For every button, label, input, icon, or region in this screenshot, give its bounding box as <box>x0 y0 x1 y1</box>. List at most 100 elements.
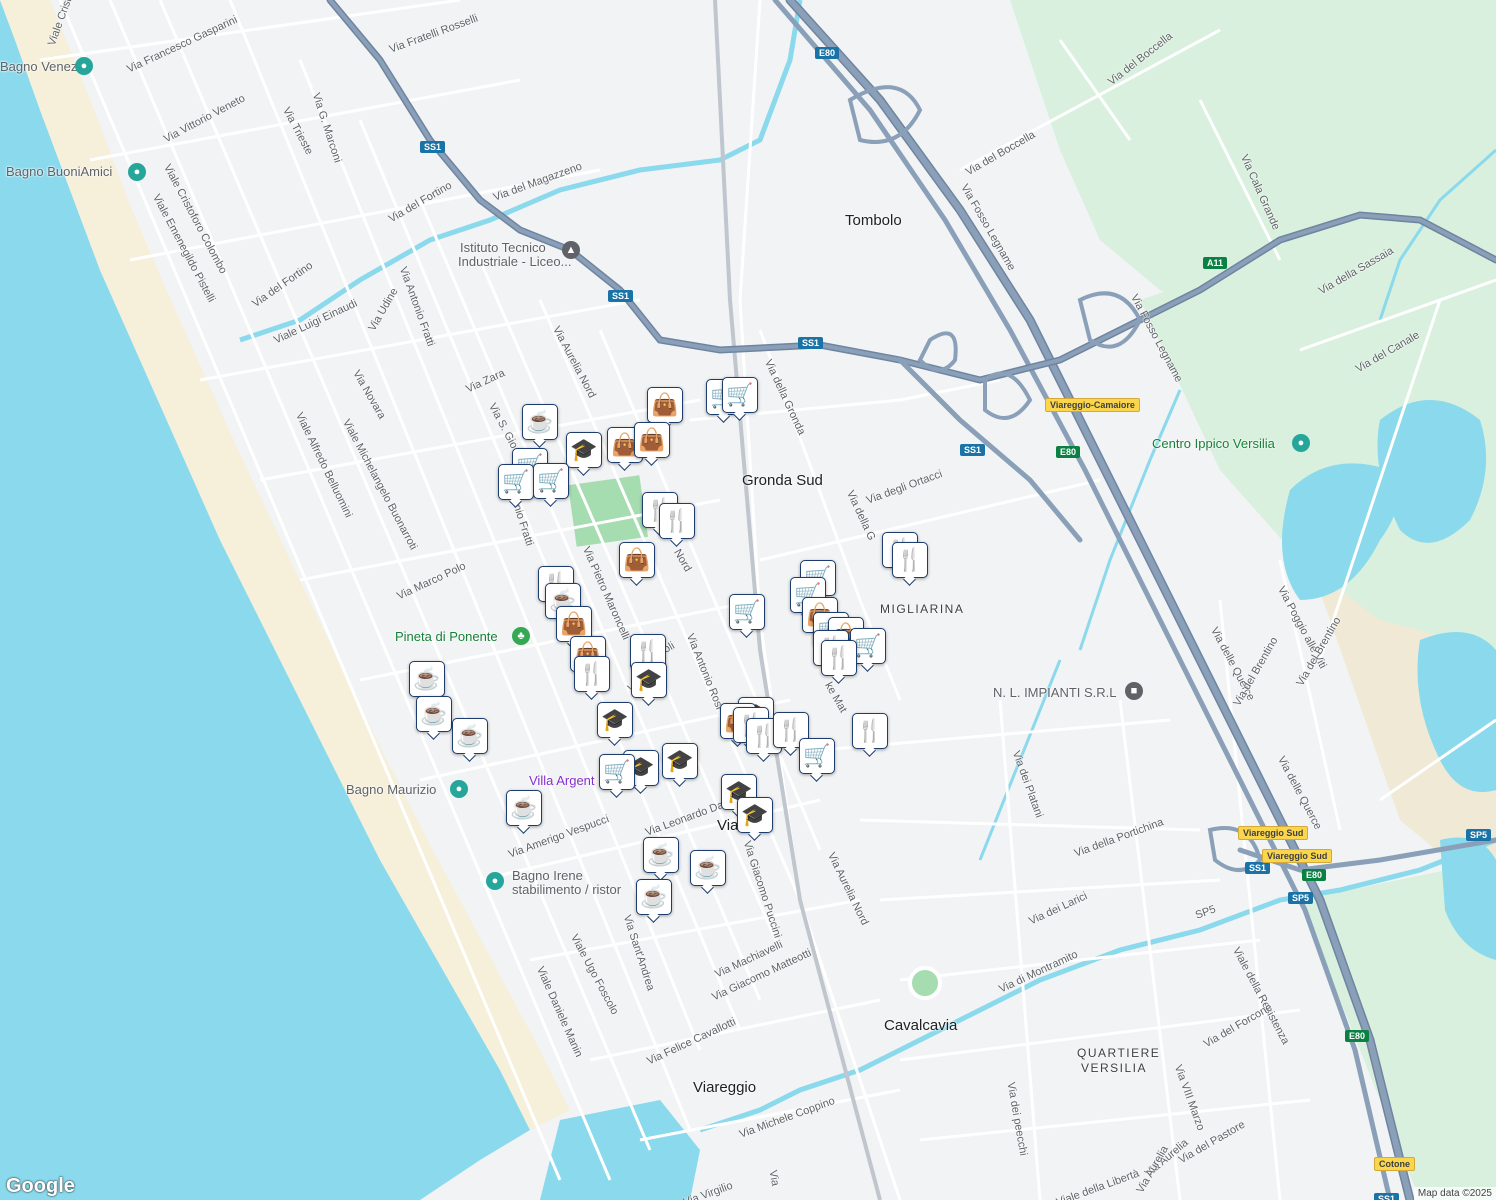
map-marker-restaurant[interactable]: 🍴 <box>574 656 610 692</box>
map-marker-restaurant[interactable]: 🍴 <box>821 640 857 676</box>
district-label-quartiere-2: VERSILIA <box>1081 1061 1148 1075</box>
google-logo[interactable]: Google <box>6 1175 75 1198</box>
map-marker-school[interactable]: 🎓 <box>631 662 667 698</box>
road-shield-ss1-b: SS1 <box>608 290 634 302</box>
school-icon[interactable]: ▲ <box>562 241 580 259</box>
map-marker-restaurant[interactable]: 🍴 <box>659 503 695 539</box>
place-label-cavalcavia: Cavalcavia <box>884 1017 958 1034</box>
shopping-cart-icon: 🛒 <box>803 743 831 768</box>
fork-knife-icon: 🍴 <box>663 508 691 533</box>
poi-label-bagno-maurizio[interactable]: Bagno Maurizio <box>346 783 436 796</box>
coffee-cup-icon: ☕ <box>526 409 554 434</box>
exit-label-viareggio-sud-2: Viareggio Sud <box>1262 849 1333 863</box>
fork-knife-icon: 🍴 <box>578 661 606 686</box>
poi-label-istituto-2[interactable]: Industriale - Liceo... <box>458 255 571 268</box>
map-marker-shop[interactable]: 👜 <box>619 542 655 578</box>
map-marker-grocery[interactable]: 🛒 <box>498 464 534 500</box>
road-shield-e80-bottom: E80 <box>1345 1030 1370 1042</box>
map-canvas[interactable]: Tombolo Gronda Sud Viareggio Cavalcavia Via M… <box>0 0 1496 1200</box>
place-label-tombolo: Tombolo <box>845 212 902 229</box>
map-marker-school[interactable]: 🎓 <box>737 797 773 833</box>
road-shield-ss1-d: SS1 <box>960 444 986 456</box>
map-attribution[interactable]: Map data ©2025 <box>1413 1187 1496 1200</box>
pin-icon[interactable]: ● <box>75 57 93 75</box>
coffee-cup-icon: ☕ <box>694 855 722 880</box>
graduation-cap-icon: 🎓 <box>666 748 694 773</box>
map-marker-school[interactable]: 🎓 <box>662 743 698 779</box>
coffee-cup-icon: ☕ <box>640 884 668 909</box>
graduation-cap-icon: 🎓 <box>570 437 598 462</box>
coffee-cup-icon: ☕ <box>647 842 675 867</box>
graduation-cap-icon: 🎓 <box>601 707 629 732</box>
place-label-viareggio: Viareggio <box>693 1079 757 1096</box>
graduation-cap-icon: 🎓 <box>635 667 663 692</box>
coffee-cup-icon: ☕ <box>413 666 441 691</box>
map-marker-cafe[interactable]: ☕ <box>522 404 558 440</box>
map-marker-grocery[interactable]: 🛒 <box>729 594 765 630</box>
place-label-gronda-sud: Gronda Sud <box>742 472 823 489</box>
map-marker-school[interactable]: 🎓 <box>566 432 602 468</box>
pin-icon[interactable]: ● <box>486 872 504 890</box>
exit-label-viareggio-sud-1: Viareggio Sud <box>1238 826 1309 840</box>
map-marker-grocery[interactable]: 🛒 <box>599 754 635 790</box>
district-label-migliarina: MIGLIARINA <box>880 602 965 616</box>
map-marker-cafe[interactable]: ☕ <box>643 837 679 873</box>
map-marker-cafe[interactable]: ☕ <box>636 879 672 915</box>
park-field <box>568 475 648 547</box>
poi-label-pineta[interactable]: Pineta di Ponente <box>395 630 498 643</box>
pin-icon[interactable]: ● <box>450 780 468 798</box>
building-icon[interactable]: ■ <box>1125 682 1143 700</box>
place-label-via-station: Via <box>717 817 739 834</box>
poi-label-centro-ippico[interactable]: Centro Ippico Versilia <box>1152 437 1275 450</box>
road-shield-ss1-e: SS1 <box>1245 862 1271 874</box>
pin-icon[interactable]: ● <box>1292 434 1310 452</box>
fork-knife-icon: 🍴 <box>634 639 662 664</box>
shopping-cart-icon: 🛒 <box>726 382 754 407</box>
poi-label-istituto-1[interactable]: Istituto Tecnico <box>460 241 546 254</box>
shopping-cart-icon: 🛒 <box>502 469 530 494</box>
roundabout <box>908 966 942 1000</box>
poi-label-villa-argent[interactable]: Villa Argent <box>529 774 595 787</box>
road-shield-e80-top: E80 <box>815 47 840 59</box>
map-marker-shop[interactable]: 👜 <box>647 387 683 423</box>
shopping-cart-icon: 🛒 <box>537 468 565 493</box>
pin-icon[interactable]: ● <box>128 163 146 181</box>
map-marker-restaurant[interactable]: 🍴 <box>892 542 928 578</box>
shopping-bag-icon: 👜 <box>651 392 679 417</box>
shopping-cart-icon: 🛒 <box>733 599 761 624</box>
exit-label-viareggio-camaiore: Viareggio-Camaiore <box>1045 398 1140 412</box>
fork-knife-icon: 🍴 <box>896 547 924 572</box>
shopping-bag-icon: 👜 <box>623 547 651 572</box>
map-marker-restaurant[interactable]: 🍴 <box>852 713 888 749</box>
fork-knife-icon: 🍴 <box>825 645 853 670</box>
poi-label-bagno-irene-2[interactable]: stabilimento / ristor <box>512 883 621 896</box>
coffee-cup-icon: ☕ <box>510 795 538 820</box>
road-shield-ss1-a: SS1 <box>420 141 446 153</box>
map-marker-cafe[interactable]: ☕ <box>452 718 488 754</box>
district-label-quartiere-1: QUARTIERE <box>1077 1046 1161 1060</box>
road-shield-ss1-c: SS1 <box>798 337 824 349</box>
map-marker-shop[interactable]: 👜 <box>634 422 670 458</box>
map-marker-grocery[interactable]: 🛒 <box>533 463 569 499</box>
coffee-cup-icon: ☕ <box>420 701 448 726</box>
road-shield-sp5-mid: SP5 <box>1288 892 1314 904</box>
map-marker-cafe[interactable]: ☕ <box>409 661 445 697</box>
poi-label-nl-impianti[interactable]: N. L. IMPIANTI S.R.L <box>993 686 1117 699</box>
road-shield-sp5-right: SP5 <box>1466 829 1492 841</box>
shopping-cart-icon: 🛒 <box>603 759 631 784</box>
map-marker-cafe[interactable]: ☕ <box>690 850 726 886</box>
map-marker-grocery[interactable]: 🛒 <box>722 377 758 413</box>
map-marker-school[interactable]: 🎓 <box>597 702 633 738</box>
road-shield-e80-low: E80 <box>1302 869 1327 881</box>
road-label: Via <box>766 1169 782 1187</box>
fork-knife-icon: 🍴 <box>856 718 884 743</box>
map-marker-grocery[interactable]: 🛒 <box>799 738 835 774</box>
map-marker-cafe[interactable]: ☕ <box>506 790 542 826</box>
shopping-bag-icon: 👜 <box>560 611 588 636</box>
map-marker-cafe[interactable]: ☕ <box>416 696 452 732</box>
tree-icon[interactable]: ♣ <box>512 627 530 645</box>
shopping-cart-icon: 🛒 <box>854 633 882 658</box>
poi-label-bagno-irene-1[interactable]: Bagno Irene <box>512 869 583 882</box>
poi-label-bagno-buoniamici[interactable]: Bagno BuoniAmici <box>6 165 112 178</box>
shopping-bag-icon: 👜 <box>638 427 666 452</box>
